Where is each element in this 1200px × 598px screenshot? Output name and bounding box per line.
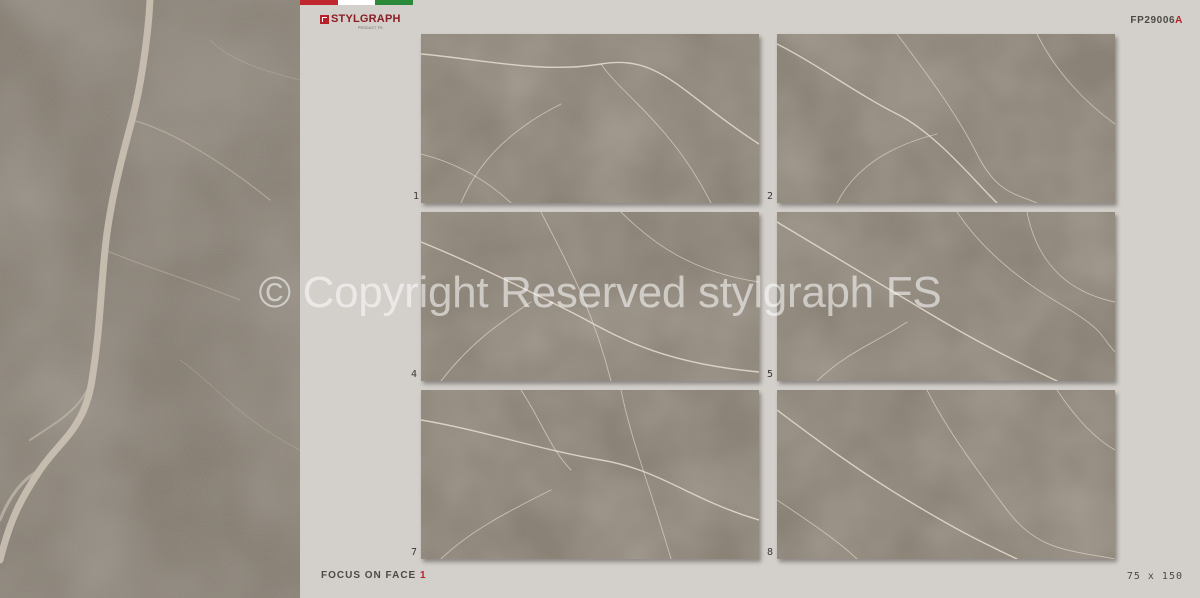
stylgraph-logo: STYLGRAPH PRODUCT FS: [320, 13, 401, 30]
focus-face-number: 1: [420, 570, 427, 581]
tile-number: 4: [411, 369, 418, 380]
product-code-suffix: A: [1175, 15, 1183, 26]
flag-green: [375, 0, 414, 5]
tile-number: 5: [767, 369, 774, 380]
stone-texture: [421, 34, 759, 203]
focus-label-text: FOCUS ON FACE: [321, 570, 417, 581]
tile-face-2: [777, 34, 1115, 203]
focus-face-image: [0, 0, 300, 598]
tile-face-1: [421, 34, 759, 203]
stone-texture: [777, 34, 1115, 203]
tile-face-7: [421, 390, 759, 559]
tile-number: 7: [411, 547, 418, 558]
tile-number: 8: [767, 547, 774, 558]
focus-stone-texture: [0, 0, 300, 598]
focus-on-face-label: FOCUS ON FACE 1: [321, 570, 427, 581]
tile-face-4: [421, 212, 759, 381]
tile-number: 2: [767, 191, 774, 202]
stone-texture: [421, 212, 759, 381]
flag-red: [300, 0, 338, 5]
logo-subtext: PRODUCT FS: [358, 26, 383, 30]
catalog-panel: STYLGRAPH PRODUCT FS FP29006A 1 2 4 5 7 …: [300, 0, 1200, 598]
stone-texture: [777, 212, 1115, 381]
stone-texture: [777, 390, 1115, 559]
tile-face-5: [777, 212, 1115, 381]
product-code-prefix: FP29006: [1130, 15, 1176, 26]
tile-size-label: 75 x 150: [1126, 571, 1183, 582]
tile-number: 1: [413, 191, 420, 202]
stone-texture: [421, 390, 759, 559]
tile-face-8: [777, 390, 1115, 559]
italian-flag-stripe: [300, 0, 414, 5]
logo-text: STYLGRAPH: [331, 13, 401, 25]
product-code: FP29006A: [1130, 15, 1183, 26]
flag-white: [337, 0, 376, 5]
logo-mark-icon: [320, 15, 329, 24]
